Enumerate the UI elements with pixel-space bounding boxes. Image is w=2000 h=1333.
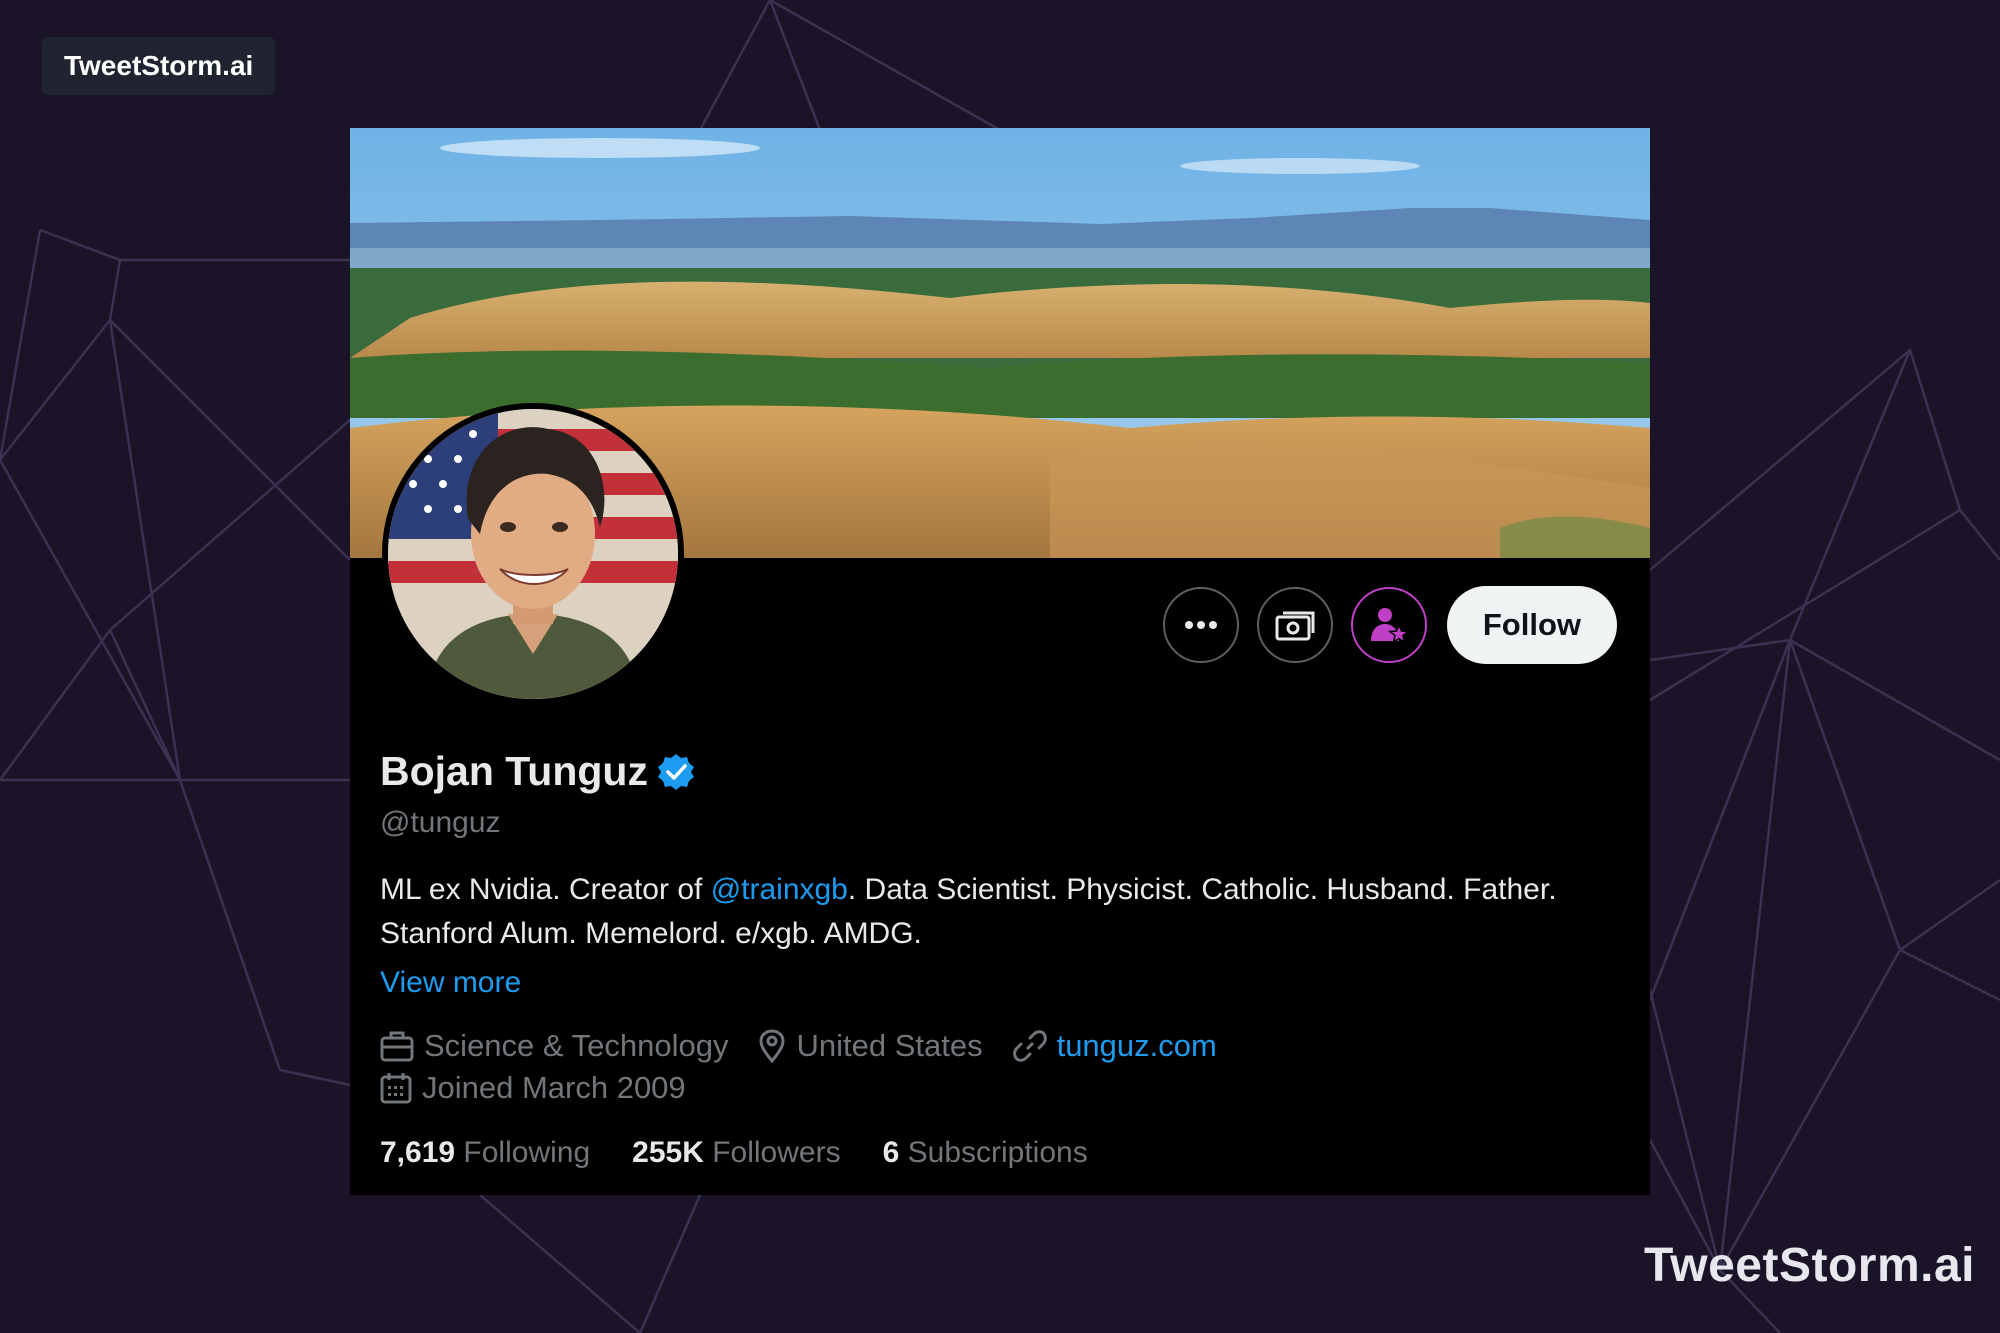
subscriptions-label: Subscriptions xyxy=(907,1136,1088,1169)
followers-stat[interactable]: 255K Followers xyxy=(632,1136,840,1170)
verified-badge-icon[interactable] xyxy=(656,752,696,792)
more-options-button[interactable] xyxy=(1162,587,1239,663)
tip-button[interactable] xyxy=(1256,587,1333,663)
subscriptions-count: 6 xyxy=(882,1136,900,1169)
subscription-icon xyxy=(1370,608,1409,644)
followers-count: 255K xyxy=(632,1136,704,1169)
profile-card: Follow Bojan Tunguz @tunguz ML ex Nvidia… xyxy=(350,128,1650,1195)
page-background: TweetStorm.ai Follow Bojan Tunguz @tungu… xyxy=(0,0,2000,1333)
subscriptions-stat[interactable]: 6 Subscriptions xyxy=(883,1136,1088,1170)
bio: ML ex Nvidia. Creator of @trainxgb. Data… xyxy=(380,868,1620,956)
following-count: 7,619 xyxy=(380,1136,456,1169)
location-text: United States xyxy=(796,1028,983,1063)
location-pin-icon xyxy=(759,1029,785,1063)
bio-text: ML ex Nvidia. Creator of xyxy=(380,873,711,906)
category-text: Science & Technology xyxy=(424,1028,729,1063)
category-item: Science & Technology xyxy=(380,1028,728,1064)
profile-actions: Follow xyxy=(1162,586,1617,664)
brand-badge: TweetStorm.ai xyxy=(42,37,276,95)
subscribe-button[interactable] xyxy=(1350,587,1427,663)
follow-button[interactable]: Follow xyxy=(1446,586,1617,664)
money-icon xyxy=(1275,611,1315,641)
more-options-icon xyxy=(1184,621,1217,629)
avatar[interactable] xyxy=(382,403,684,705)
profile-meta-row: Science & Technology United States tungu… xyxy=(380,1028,1217,1064)
link-icon xyxy=(1012,1030,1047,1062)
profile-stats: 7,619 Following 255K Followers 6 Subscri… xyxy=(380,1136,1088,1170)
followers-label: Followers xyxy=(712,1136,841,1169)
location-item: United States xyxy=(758,1028,983,1064)
bio-mention-link[interactable]: @trainxgb xyxy=(711,873,848,906)
name-row: Bojan Tunguz xyxy=(380,748,696,795)
joined-item: Joined March 2009 xyxy=(380,1070,686,1106)
calendar-icon xyxy=(380,1073,412,1104)
following-label: Following xyxy=(463,1136,591,1169)
following-stat[interactable]: 7,619 Following xyxy=(380,1136,590,1170)
handle: @tunguz xyxy=(380,806,501,839)
website-item: tunguz.com xyxy=(1012,1028,1217,1064)
brand-watermark: TweetStorm.ai xyxy=(1643,1239,1975,1292)
joined-text: Joined March 2009 xyxy=(422,1070,686,1105)
website-link[interactable]: tunguz.com xyxy=(1057,1028,1217,1064)
view-more-link[interactable]: View more xyxy=(380,966,521,1000)
joined-row: Joined March 2009 xyxy=(380,1070,686,1106)
avatar-portrait-image xyxy=(388,409,678,699)
display-name: Bojan Tunguz xyxy=(380,748,648,794)
briefcase-icon xyxy=(380,1031,414,1062)
